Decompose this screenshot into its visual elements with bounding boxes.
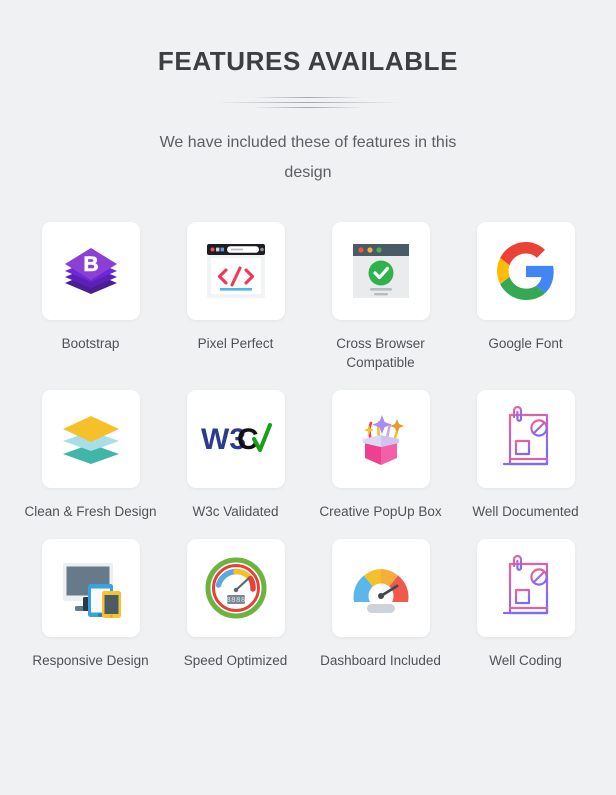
feature-icon-card[interactable] (41, 390, 140, 488)
feature-item-google-font[interactable]: Google Font (453, 222, 598, 372)
feature-item-responsive-design[interactable]: Responsive Design (18, 539, 163, 670)
svg-text:8888: 8888 (226, 597, 245, 605)
features-grid: B Bootstrap Pixel Perfect Cross Browser … (0, 222, 616, 670)
page-title: FEATURES AVAILABLE (157, 46, 459, 76)
feature-item-w3c-validated[interactable]: W3 C W3c Validated (163, 390, 308, 521)
feature-label: Well Coding (489, 653, 562, 668)
feature-label: Dashboard Included (320, 653, 441, 668)
feature-item-creative-popup-box[interactable]: Creative PopUp Box (308, 390, 453, 521)
bootstrap-logo-icon: B (64, 248, 117, 294)
feature-item-well-documented[interactable]: Well Documented (453, 390, 598, 521)
feature-label: Google Font (488, 336, 563, 351)
features-page: FEATURES AVAILABLE We have included thes… (0, 0, 616, 795)
feature-item-well-coding[interactable]: Well Coding (453, 539, 598, 670)
feature-icon-card[interactable] (186, 222, 285, 320)
feature-item-speed-optimized[interactable]: 8888 Speed Optimized (163, 539, 308, 670)
section-header: FEATURES AVAILABLE We have included thes… (0, 0, 616, 188)
feature-icon-card[interactable] (476, 390, 575, 488)
gift-box-sparkles-icon (362, 415, 404, 465)
w3c-validated-icon: W3 C (201, 423, 272, 456)
feature-icon-card[interactable]: 8888 (186, 539, 285, 637)
feature-item-clean-fresh-design[interactable]: Clean & Fresh Design (18, 390, 163, 521)
feature-label: Pixel Perfect (197, 336, 274, 351)
document-report-icon (502, 555, 548, 615)
feature-label: Clean & Fresh Design (24, 504, 157, 519)
speedometer-ring-icon: 8888 (205, 557, 266, 619)
feature-item-dashboard-included[interactable]: Dashboard Included (308, 539, 453, 670)
feature-label: Well Documented (472, 504, 579, 519)
feature-icon-card[interactable] (476, 222, 575, 320)
feature-icon-card[interactable]: W3 C (186, 390, 285, 488)
feature-label: Speed Optimized (183, 653, 288, 668)
feature-icon-card[interactable] (331, 390, 430, 488)
feature-label: Cross Browser Compatible (336, 336, 425, 370)
feature-icon-card[interactable] (331, 539, 430, 637)
divider-ornament (216, 96, 400, 112)
feature-label: Responsive Design (32, 653, 149, 668)
feature-label: W3c Validated (192, 504, 279, 519)
feature-icon-card[interactable]: B (41, 222, 140, 320)
svg-text:B: B (83, 253, 98, 276)
feature-item-cross-browser[interactable]: Cross Browser Compatible (308, 222, 453, 372)
document-report-icon (502, 406, 548, 466)
feature-icon-card[interactable] (331, 222, 430, 320)
feature-item-bootstrap[interactable]: B Bootstrap (18, 222, 163, 372)
feature-icon-card[interactable] (41, 539, 140, 637)
stacked-layers-icon (62, 416, 119, 464)
multi-device-icon (62, 563, 121, 618)
section-subtitle: We have included these of features in th… (159, 134, 457, 181)
feature-label: Bootstrap (61, 336, 120, 351)
gauge-dashboard-icon (353, 569, 408, 613)
browser-check-icon (352, 244, 409, 298)
google-g-logo-icon (496, 242, 554, 300)
feature-item-pixel-perfect[interactable]: Pixel Perfect (163, 222, 308, 372)
feature-icon-card[interactable] (476, 539, 575, 637)
browser-code-icon (206, 244, 265, 298)
feature-label: Creative PopUp Box (319, 504, 442, 519)
